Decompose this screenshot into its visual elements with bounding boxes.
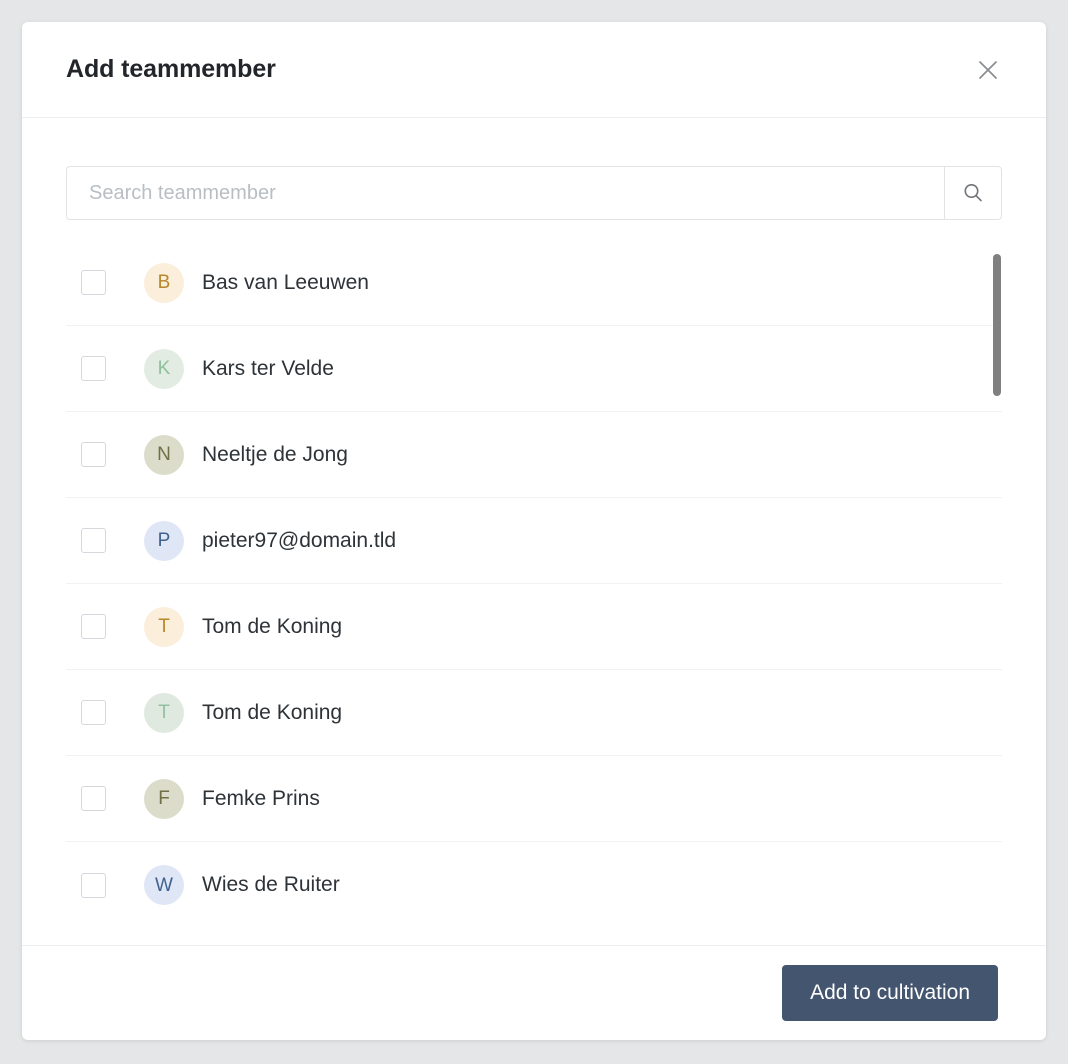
row-checkbox[interactable] (81, 356, 106, 381)
close-icon (976, 58, 1000, 82)
list-item-label: Bas van Leeuwen (202, 270, 369, 294)
list-item-label: Femke Prins (202, 786, 320, 810)
scrollbar-thumb[interactable] (993, 254, 1001, 396)
list-item-label: Tom de Koning (202, 614, 343, 638)
list-item[interactable]: T Tom de Koning (66, 584, 1002, 670)
row-checkbox[interactable] (81, 872, 106, 898)
list-item-label: Kars ter Velde (202, 356, 334, 380)
list-item[interactable]: T Tom de Koning (66, 670, 1002, 756)
row-checkbox[interactable] (81, 700, 106, 725)
list-item[interactable]: W Wies de Ruiter (66, 842, 1002, 928)
teammember-list-scroll-area: B Bas van Leeuwen K Kars ter Velde N Neeltje … (66, 240, 1002, 945)
avatar: K (144, 348, 184, 389)
list-item[interactable]: N Neeltje de Jong (66, 412, 1002, 498)
list-item-label: Tom de Koning (202, 700, 343, 724)
modal-body: B Bas van Leeuwen K Kars ter Velde N Neeltje … (22, 118, 1046, 945)
add-teammember-modal: Add teammember BBas (22, 22, 1046, 1040)
row-checkbox[interactable] (81, 270, 106, 295)
modal-header: Add teammember (22, 22, 1046, 118)
scrollbar-track[interactable] (992, 240, 1002, 945)
search-button[interactable] (944, 166, 1002, 220)
list-item[interactable]: B Bas van Leeuwen (66, 240, 1002, 326)
avatar: W (144, 865, 184, 905)
avatar: B (144, 262, 184, 303)
list-item[interactable]: F Femke Prins (66, 756, 1002, 842)
avatar: N (144, 434, 184, 475)
search-input[interactable] (66, 166, 944, 220)
modal-footer: Add to cultivation (22, 945, 1046, 1040)
avatar: T (144, 692, 184, 733)
row-checkbox[interactable] (81, 614, 106, 639)
search-row (66, 166, 1002, 220)
list-item[interactable]: Ppieter97@domain.tld (66, 498, 1002, 584)
close-button[interactable] (968, 50, 1008, 90)
list-item-label: pieter97@domain.tld (202, 528, 397, 552)
teammember-list: B Bas van Leeuwen K Kars ter Velde N Neeltje … (66, 240, 1002, 945)
list-item-label: Neeltje de Jong (202, 442, 348, 466)
search-icon (961, 181, 985, 205)
row-checkbox[interactable] (81, 528, 106, 553)
list-item-label: Wies de Ruiter (202, 873, 340, 896)
page-title: Add teammember (66, 55, 276, 83)
avatar: T (144, 606, 184, 647)
row-checkbox[interactable] (81, 786, 106, 811)
add-to-cultivation-button[interactable]: Add to cultivation (782, 965, 998, 1021)
avatar: F (144, 778, 184, 819)
list-item[interactable]: K Kars ter Velde (66, 326, 1002, 412)
row-checkbox[interactable] (81, 442, 106, 467)
avatar: P (144, 520, 184, 561)
